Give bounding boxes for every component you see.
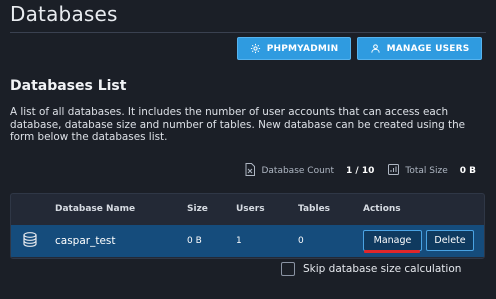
gear-icon (250, 43, 261, 54)
section-title: Databases List (10, 78, 127, 94)
manage-button[interactable]: Manage (363, 230, 422, 251)
column-header-actions: Actions (363, 203, 401, 214)
column-header-size: Size (187, 203, 208, 214)
database-count-value: 1 / 10 (346, 166, 375, 176)
title-divider (10, 32, 486, 33)
database-icon (22, 232, 38, 251)
database-count-icon (245, 163, 256, 179)
column-header-tables: Tables (298, 203, 331, 214)
manage-highlight-underline (364, 250, 420, 253)
page-title: Databases (10, 2, 118, 26)
database-count-label: Database Count (261, 166, 335, 176)
skip-size-option[interactable]: Skip database size calculation (281, 261, 461, 277)
section-description: A list of all databases. It includes the… (10, 106, 466, 143)
database-name: caspar_test (55, 235, 116, 247)
skip-size-label: Skip database size calculation (303, 263, 462, 275)
database-stats: Database Count 1 / 10 Total Size 0 B (245, 163, 476, 179)
manage-users-button[interactable]: MANAGE USERS (357, 37, 482, 60)
total-size-icon (388, 164, 400, 178)
total-size-value: 0 B (459, 166, 476, 176)
database-users: 1 (236, 236, 242, 246)
database-size: 0 B (187, 236, 202, 246)
column-header-users: Users (236, 203, 265, 214)
phpmyadmin-button-label: PHPMYADMIN (266, 43, 339, 54)
skip-size-checkbox[interactable] (281, 262, 295, 276)
database-tables: 0 (298, 236, 304, 246)
phpmyadmin-button[interactable]: PHPMYADMIN (237, 37, 351, 60)
column-header-database-name: Database Name (55, 203, 136, 214)
total-size-label: Total Size (405, 166, 448, 176)
manage-users-button-label: MANAGE USERS (386, 43, 470, 54)
delete-button[interactable]: Delete (426, 230, 474, 251)
table-header: Database Name Size Users Tables Actions (11, 194, 484, 223)
user-icon (370, 43, 381, 54)
